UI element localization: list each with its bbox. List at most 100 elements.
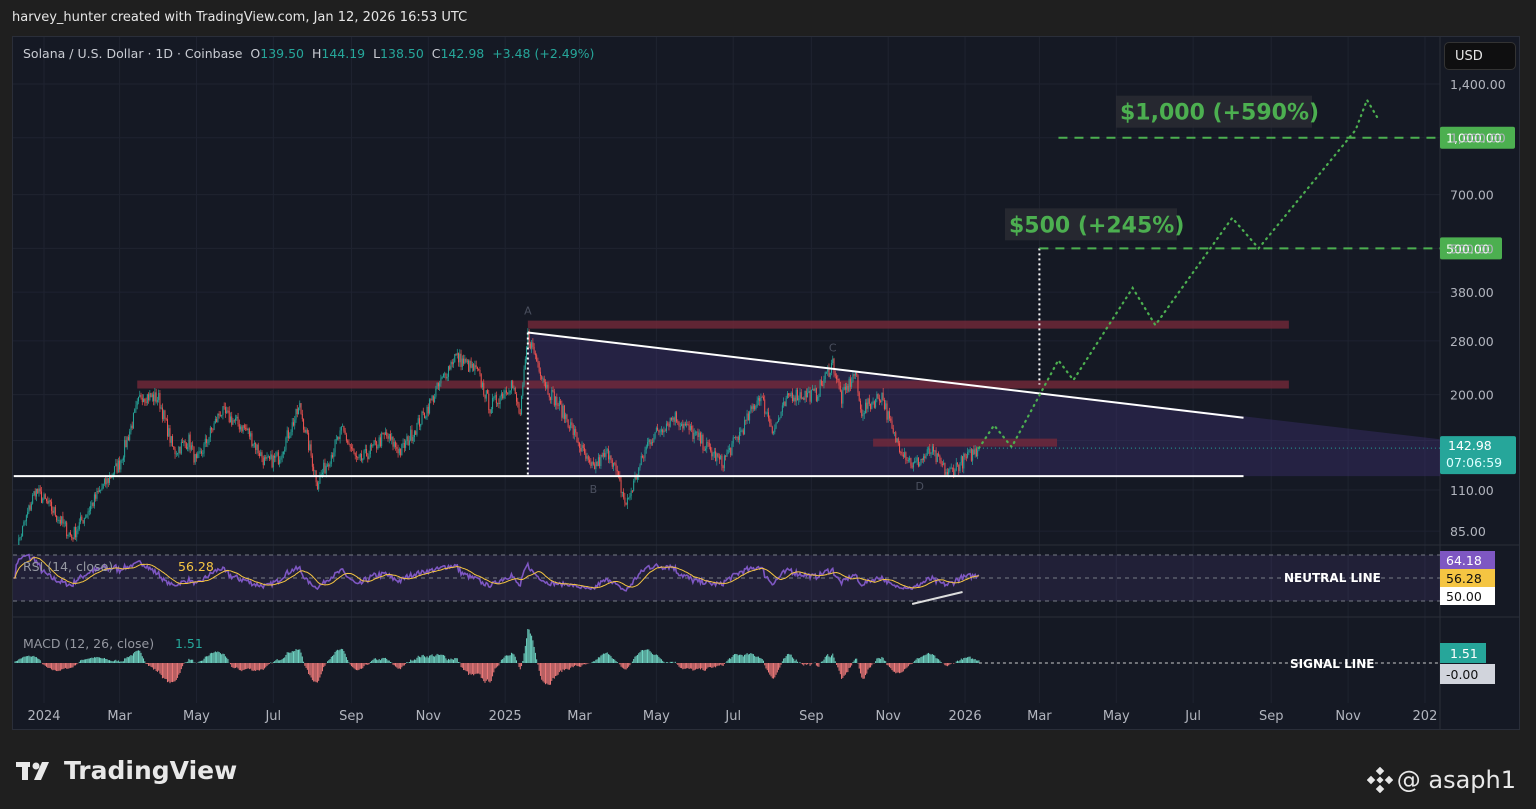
candle-body — [852, 374, 854, 382]
macd-histogram-bar — [658, 656, 660, 663]
candle-body — [400, 448, 402, 456]
time-axis-label: Mar — [567, 709, 592, 724]
candle-body — [573, 429, 575, 436]
macd-histogram-bar — [221, 654, 223, 663]
candle-body — [702, 434, 704, 450]
candle-body — [649, 439, 651, 445]
macd-histogram-bar — [29, 656, 31, 663]
macd-histogram-bar — [657, 655, 659, 663]
macd-histogram-bar — [87, 658, 89, 663]
candle-body — [805, 390, 807, 398]
price-chart[interactable]: ABCD$500 (+245%)$1,000 (+590%)500.001,00… — [0, 0, 1536, 809]
macd-histogram-bar — [528, 629, 530, 663]
candle-body — [386, 432, 388, 437]
candle-body — [616, 470, 618, 472]
macd-histogram-bar — [699, 663, 701, 670]
macd-histogram-bar — [711, 663, 713, 668]
macd-histogram-bar — [378, 659, 380, 663]
candle-body — [29, 505, 31, 510]
macd-histogram-bar — [439, 655, 441, 663]
macd-histogram-bar — [148, 663, 150, 666]
candle-body — [62, 516, 64, 524]
macd-histogram-bar — [344, 653, 346, 663]
macd-histogram-bar — [783, 658, 785, 663]
macd-histogram-bar — [51, 663, 53, 670]
candle-body — [939, 455, 941, 461]
resistance-zone — [527, 320, 1289, 329]
candle-body — [605, 450, 607, 457]
macd-histogram-bar — [696, 663, 698, 669]
macd-histogram-bar — [184, 662, 186, 663]
candle-body — [962, 456, 964, 469]
symbol-name[interactable]: Solana / U.S. Dollar · 1D · Coinbase — [23, 46, 242, 61]
candle-body — [262, 457, 264, 466]
macd-histogram-bar — [303, 661, 305, 663]
candle-body — [412, 437, 414, 442]
candle-body — [253, 442, 255, 445]
candle-body — [751, 406, 753, 409]
macd-histogram-bar — [635, 655, 637, 663]
candle-body — [141, 397, 143, 403]
candle-body — [938, 453, 940, 456]
candle-body — [740, 430, 742, 432]
candle-body — [808, 390, 810, 393]
macd-histogram-bar — [659, 658, 661, 663]
macd-histogram-bar — [516, 660, 517, 663]
candle-body — [329, 463, 331, 467]
macd-histogram-bar — [81, 659, 83, 663]
macd-histogram-bar — [224, 656, 226, 663]
macd-histogram-bar — [837, 663, 839, 668]
macd-histogram-bar — [794, 660, 796, 663]
macd-histogram-bar — [555, 663, 557, 677]
macd-histogram-bar — [822, 661, 824, 663]
macd-histogram-bar — [706, 663, 708, 669]
candle-body — [514, 388, 516, 394]
candle-body — [397, 448, 399, 454]
candle-body — [129, 431, 131, 441]
macd-histogram-bar — [235, 663, 237, 668]
candle-body — [17, 550, 18, 553]
macd-histogram-bar — [260, 663, 262, 670]
macd-histogram-bar — [42, 663, 44, 665]
macd-histogram-bar — [775, 663, 777, 675]
candle-body — [410, 429, 412, 441]
macd-histogram-bar — [865, 663, 867, 676]
macd-histogram-bar — [698, 663, 700, 669]
candle-body — [810, 389, 812, 402]
candle-body — [197, 453, 199, 459]
macd-histogram-bar — [436, 653, 438, 663]
macd-histogram-bar — [415, 659, 417, 663]
candle-body — [940, 460, 942, 465]
macd-histogram-bar — [461, 663, 463, 668]
macd-histogram-bar — [90, 658, 92, 663]
candle-body — [43, 494, 45, 499]
candle-body — [513, 388, 515, 389]
macd-histogram-bar — [562, 663, 564, 670]
macd-histogram-bar — [261, 663, 263, 670]
macd-histogram-bar — [828, 656, 830, 663]
macd-histogram-bar — [460, 663, 462, 668]
candle-body — [272, 455, 274, 468]
candle-body — [391, 436, 393, 440]
macd-histogram-bar — [418, 656, 420, 663]
candle-body — [258, 453, 260, 457]
candle-body — [725, 455, 727, 457]
macd-histogram-bar — [444, 655, 446, 663]
candle-body — [970, 449, 972, 461]
candle-body — [562, 405, 564, 418]
candle-body — [488, 393, 490, 411]
currency-button[interactable]: USD — [1444, 42, 1516, 70]
candle-body — [547, 384, 549, 395]
macd-histogram-bar — [141, 656, 143, 663]
candle-body — [611, 460, 613, 467]
candle-body — [846, 385, 848, 390]
macd-histogram-bar — [768, 663, 769, 673]
candle-body — [374, 440, 376, 442]
candle-body — [788, 393, 790, 396]
candle-body — [483, 383, 485, 395]
macd-histogram-bar — [580, 663, 582, 667]
macd-histogram-bar — [347, 659, 349, 663]
candle-body — [696, 431, 698, 433]
macd-histogram-bar — [401, 663, 403, 668]
candle-body — [688, 424, 690, 431]
